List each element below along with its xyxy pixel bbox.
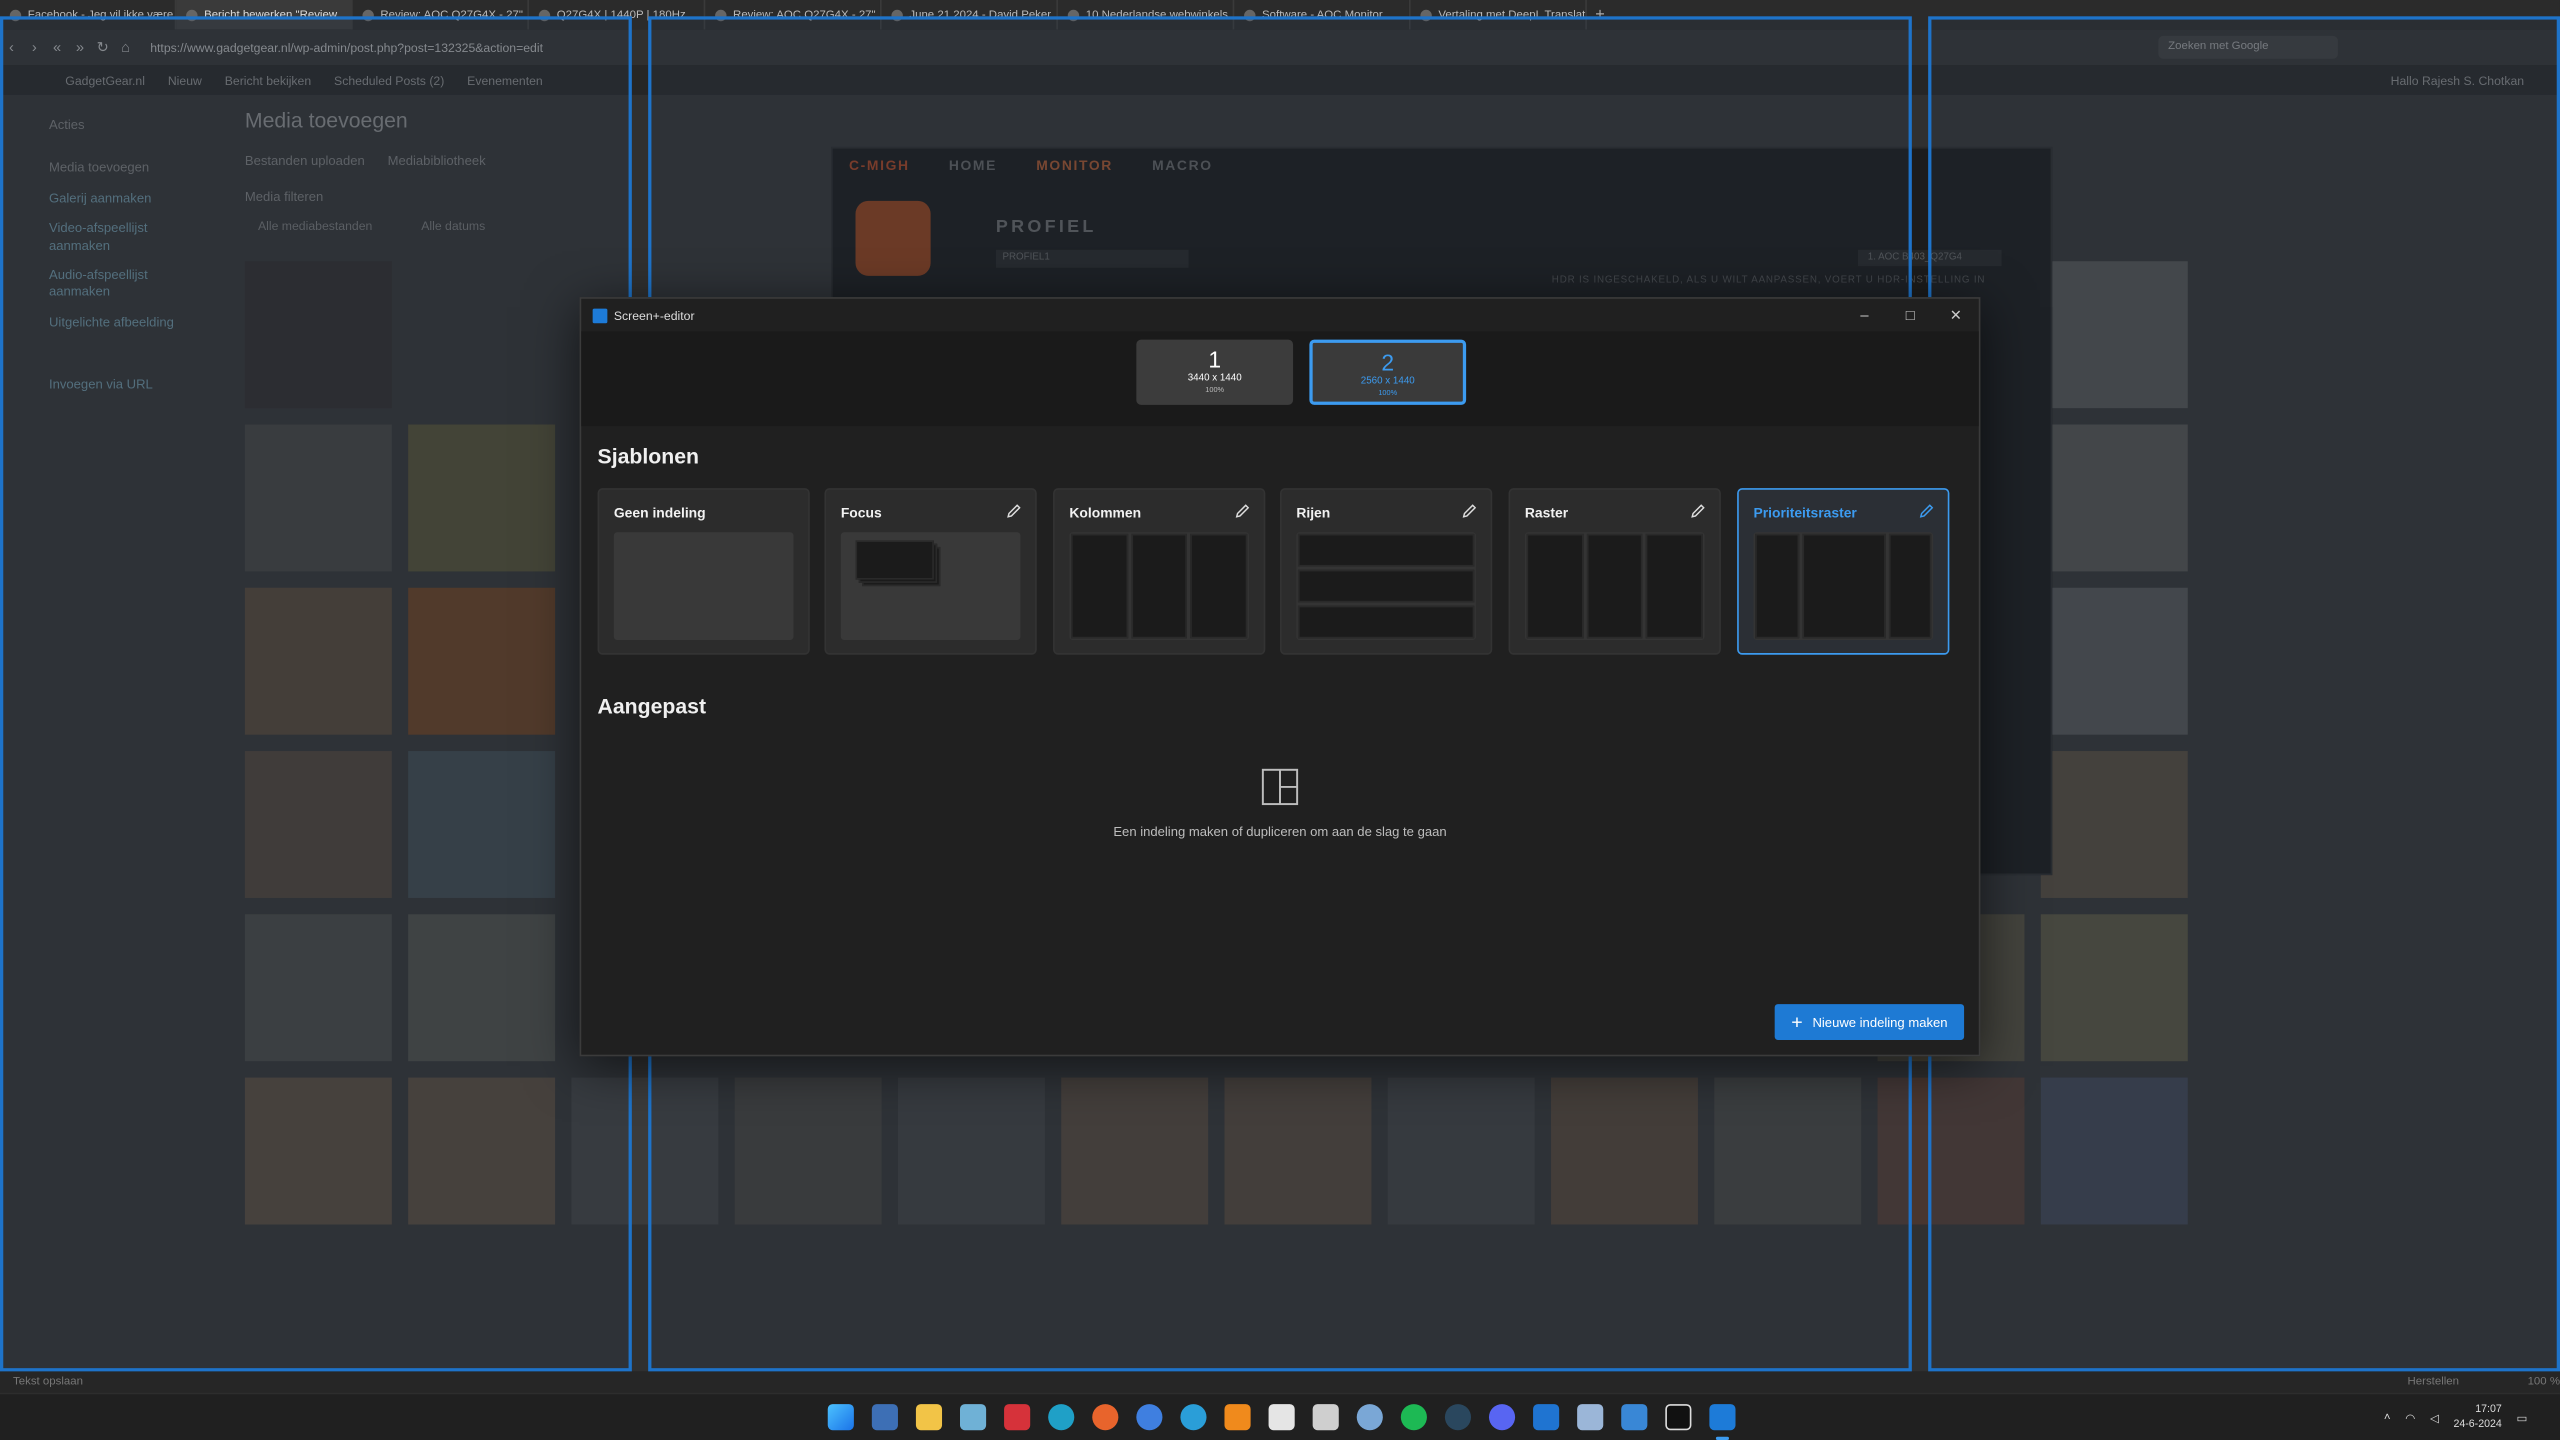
monitor-resolution: 2560 x 1440 <box>1360 377 1415 387</box>
desktop: Facebook - Jeg vil ikke være Bericht bew… <box>0 0 2560 1440</box>
paint-icon[interactable] <box>1621 1404 1648 1431</box>
layout-preview <box>613 532 794 640</box>
template-card-priority-grid[interactable]: Prioriteitsraster <box>1737 488 1950 655</box>
empty-state-text: Een indeling maken of dupliceren om aan … <box>1113 824 1447 840</box>
minimize-icon[interactable]: – <box>1842 304 1888 327</box>
tool-icon[interactable] <box>1577 1404 1604 1431</box>
monitor-1-button[interactable]: 1 3440 x 1440 100% <box>1136 339 1294 405</box>
mail-icon[interactable] <box>1533 1404 1560 1431</box>
zone <box>1297 605 1475 639</box>
store-icon[interactable] <box>871 1404 898 1431</box>
browser-status-bar: Tekst opslaan Herstellen 100 % <box>0 1371 2560 1393</box>
edit-pencil-icon[interactable] <box>1690 503 1706 519</box>
layout-preview <box>1296 532 1476 640</box>
monitor-2-button[interactable]: 2 2560 x 1440 100% <box>1309 339 1467 405</box>
zone <box>1755 533 1799 639</box>
discord-icon[interactable] <box>1488 1404 1516 1431</box>
monitor-number: 2 <box>1381 349 1395 376</box>
zone <box>1586 533 1644 639</box>
plus-icon: + <box>1791 1010 1803 1034</box>
globe-icon[interactable] <box>1356 1404 1383 1431</box>
clock[interactable]: 17:07 24-6-2024 <box>2453 1404 2501 1432</box>
monitor-selector: 1 3440 x 1440 100% 2 2560 x 1440 100% <box>581 331 1979 427</box>
template-card-none[interactable]: Geen indeling <box>597 488 810 655</box>
monitor-number: 1 <box>1208 346 1222 373</box>
edit-pencil-icon[interactable] <box>1918 503 1934 519</box>
photos-icon[interactable] <box>959 1404 987 1431</box>
new-layout-label: Nieuwe indeling maken <box>1812 1014 1948 1030</box>
custom-heading: Aangepast <box>597 693 707 719</box>
template-card-rows[interactable]: Rijen <box>1279 488 1493 655</box>
template-name: Focus <box>840 504 882 521</box>
zone <box>1297 569 1475 603</box>
edit-pencil-icon[interactable] <box>1234 503 1250 519</box>
zone <box>1888 533 1932 639</box>
templates-heading: Sjablonen <box>597 444 699 469</box>
app-icon <box>592 307 608 323</box>
template-name: Raster <box>1524 504 1569 521</box>
focus-zone <box>855 540 934 580</box>
layout-preview <box>1069 532 1249 640</box>
vivaldi-icon[interactable] <box>1004 1404 1031 1431</box>
layout-preview <box>840 532 1021 640</box>
zoom-reset[interactable]: Herstellen <box>2408 1376 2459 1387</box>
layout-preview <box>1524 532 1705 640</box>
zoom-value: 100 % <box>2527 1376 2560 1388</box>
g-hub-icon[interactable] <box>1665 1404 1692 1431</box>
clock-time: 17:07 <box>2475 1404 2502 1416</box>
zone <box>1526 533 1584 639</box>
zone <box>1801 533 1885 639</box>
taskbar: ˄ ◠ ◁ 17:07 24-6-2024 ▭ <box>0 1392 2560 1440</box>
system-tray: ˄ ◠ ◁ 17:07 24-6-2024 ▭ <box>2384 1394 2527 1440</box>
chevron-up-icon[interactable]: ˄ <box>2384 1412 2391 1423</box>
new-layout-button[interactable]: + Nieuwe indeling maken <box>1774 1004 1965 1040</box>
fox-icon[interactable] <box>1268 1404 1295 1431</box>
template-card-grid[interactable]: Raster <box>1508 488 1721 655</box>
template-card-columns[interactable]: Kolommen <box>1053 488 1266 655</box>
steam-icon[interactable] <box>1444 1404 1472 1431</box>
zone-highlight <box>1928 16 2560 1372</box>
window-title: Screen+-editor <box>613 307 695 323</box>
firefox-icon[interactable] <box>1092 1404 1119 1431</box>
zone <box>1071 533 1128 639</box>
monitor-scale: 100% <box>1378 388 1398 397</box>
spotify-icon[interactable] <box>1400 1404 1427 1431</box>
status-text: Tekst opslaan <box>13 1376 83 1388</box>
monitor-scale: 100% <box>1205 385 1225 394</box>
telegram-icon[interactable] <box>1180 1404 1207 1431</box>
zone <box>1297 533 1475 567</box>
zone <box>1130 533 1188 639</box>
edge-icon[interactable] <box>1048 1404 1075 1431</box>
messenger-icon[interactable] <box>1136 1404 1163 1431</box>
template-name: Kolommen <box>1069 504 1142 521</box>
close-icon[interactable]: ✕ <box>1933 304 1979 327</box>
notifications-icon[interactable]: ▭ <box>2517 1411 2528 1424</box>
zone <box>1190 533 1248 639</box>
fancyzones-icon[interactable] <box>1709 1404 1736 1431</box>
file-explorer-icon[interactable] <box>915 1404 943 1431</box>
maximize-icon[interactable]: □ <box>1887 304 1933 327</box>
edit-pencil-icon[interactable] <box>1006 503 1022 519</box>
app-icon[interactable] <box>1312 1404 1339 1431</box>
template-name: Prioriteitsraster <box>1753 504 1857 521</box>
volume-icon[interactable]: ◁ <box>2430 1411 2439 1424</box>
zone-highlight <box>0 16 632 1372</box>
editor-title-bar: Screen+-editor <box>581 299 1979 332</box>
vlc-icon[interactable] <box>1224 1404 1251 1431</box>
edit-pencil-icon[interactable] <box>1461 503 1477 519</box>
layout-preview <box>1753 532 1934 640</box>
template-card-focus[interactable]: Focus <box>824 488 1037 655</box>
start-icon[interactable] <box>827 1404 854 1431</box>
monitor-resolution: 3440 x 1440 <box>1187 373 1242 384</box>
template-name: Rijen <box>1296 504 1331 521</box>
clock-date: 24-6-2024 <box>2453 1417 2502 1430</box>
layout-editor-window: Screen+-editor – □ ✕ 1 3440 x 1440 100% … <box>579 297 1981 1057</box>
layout-grid-icon <box>1261 768 1299 806</box>
zone <box>1646 533 1703 639</box>
wifi-icon[interactable]: ◠ <box>2405 1411 2415 1424</box>
template-name: Geen indeling <box>613 504 706 521</box>
